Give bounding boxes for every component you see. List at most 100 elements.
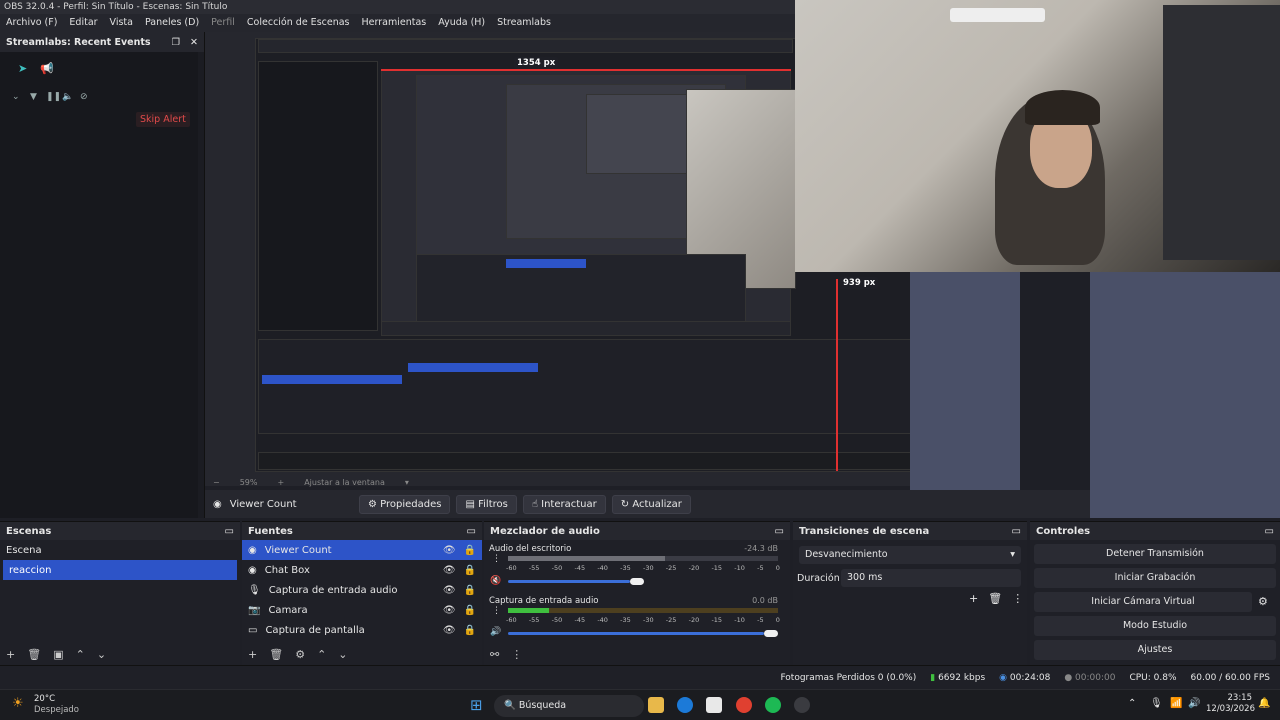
filter-icon[interactable]: ▼: [30, 92, 37, 102]
volume-slider[interactable]: [508, 632, 764, 635]
eye-icon[interactable]: 👁: [443, 585, 456, 596]
add-icon[interactable]: +: [969, 592, 978, 605]
gear-icon[interactable]: ⚙: [295, 648, 305, 661]
nested-source-selected: [408, 363, 538, 372]
store-icon[interactable]: [706, 697, 722, 713]
trash-icon[interactable]: 🗑: [988, 592, 1002, 605]
mute-icon[interactable]: ⊘: [80, 92, 88, 102]
volume-knob[interactable]: [764, 630, 778, 637]
spotify-icon[interactable]: [765, 697, 781, 713]
menu-coleccion[interactable]: Colección de Escenas: [247, 17, 350, 29]
transition-select[interactable]: Desvanecimiento ▾: [799, 546, 1021, 564]
webcam-source[interactable]: [795, 0, 1280, 272]
kebab-icon[interactable]: ⋮: [492, 554, 501, 564]
fit-window-label[interactable]: Ajustar a la ventana: [304, 478, 385, 488]
megaphone-icon[interactable]: 📢: [40, 62, 54, 75]
down-icon[interactable]: ⌄: [97, 648, 106, 661]
filters-button[interactable]: ▤ Filtros: [456, 494, 517, 514]
add-icon[interactable]: +: [248, 648, 257, 661]
zoom-out-icon[interactable]: −: [213, 478, 220, 488]
lock-icon[interactable]: 🔒: [464, 625, 476, 636]
menu-editar[interactable]: Editar: [69, 17, 97, 29]
stream-time-value: 00:24:08: [1009, 672, 1051, 683]
source-item-viewer-count[interactable]: ◉ Viewer Count 👁 🔒: [242, 540, 482, 560]
settings-button[interactable]: Ajustes: [1034, 640, 1276, 660]
wifi-icon[interactable]: 📶: [1170, 698, 1182, 709]
source-item-camera[interactable]: 📷 Camara 👁 🔒: [242, 600, 482, 620]
source-item-audio-input[interactable]: 🎙 Captura de entrada audio 👁 🔒: [242, 580, 482, 600]
gear-icon[interactable]: ⚙: [1258, 595, 1268, 608]
kebab-icon[interactable]: ⋮: [511, 648, 522, 661]
up-icon[interactable]: ⌃: [317, 648, 326, 661]
menu-herramientas[interactable]: Herramientas: [362, 17, 427, 29]
refresh-button[interactable]: ↻ Actualizar: [611, 494, 691, 514]
menu-perfil[interactable]: Perfil: [211, 17, 235, 29]
volume-slider[interactable]: [508, 580, 630, 583]
down-icon[interactable]: ⌄: [338, 648, 347, 661]
eye-icon[interactable]: 👁: [443, 605, 456, 616]
lock-icon[interactable]: 🔒: [464, 565, 476, 576]
menu-streamlabs[interactable]: Streamlabs: [497, 17, 551, 29]
eye-icon[interactable]: 👁: [443, 545, 456, 556]
dock-menu-icon[interactable]: ▭: [775, 526, 784, 537]
interact-button[interactable]: ☝ Interactuar: [522, 494, 606, 514]
obs-icon[interactable]: [794, 697, 810, 713]
speaker-tray-icon[interactable]: 🔊: [1188, 698, 1200, 709]
float-icon[interactable]: ❐: [172, 37, 181, 48]
clock-date[interactable]: 12/03/2026: [1206, 704, 1255, 714]
volume-icon[interactable]: 🔈: [62, 92, 73, 102]
start-recording-button[interactable]: Iniciar Grabación: [1034, 568, 1276, 588]
edge-icon[interactable]: [677, 697, 693, 713]
source-item-chat-box[interactable]: ◉ Chat Box 👁 🔒: [242, 560, 482, 580]
stop-streaming-button[interactable]: Detener Transmisión: [1034, 544, 1276, 564]
chrome-icon[interactable]: [736, 697, 752, 713]
browser-source-icon: ◉: [213, 498, 222, 510]
close-icon[interactable]: ✕: [190, 37, 198, 48]
mic-tray-icon[interactable]: 🎙: [1150, 698, 1163, 709]
skip-alert-button[interactable]: Skip Alert: [136, 112, 190, 127]
muted-speaker-icon[interactable]: 🔇: [490, 576, 501, 586]
chevron-down-icon[interactable]: ▾: [405, 478, 409, 488]
folder-icon[interactable]: [648, 697, 664, 713]
pause-icon[interactable]: ❚❚: [46, 92, 61, 102]
duration-input[interactable]: 300 ms: [841, 569, 1021, 587]
lock-icon[interactable]: 🔒: [464, 585, 476, 596]
up-icon[interactable]: ⌃: [76, 648, 85, 661]
lock-icon[interactable]: 🔒: [464, 605, 476, 616]
windows-start-icon[interactable]: ⊞: [470, 696, 483, 714]
kebab-icon[interactable]: ⋮: [1012, 592, 1023, 605]
source-item-screen-capture[interactable]: ▭ Captura de pantalla 👁 🔒: [242, 620, 482, 640]
dock-menu-icon[interactable]: ▭: [467, 526, 476, 537]
menu-ayuda[interactable]: Ayuda (H): [438, 17, 485, 29]
lock-icon[interactable]: 🔒: [464, 545, 476, 556]
eye-icon[interactable]: 👁: [443, 565, 456, 576]
dock-menu-icon[interactable]: ▭: [225, 526, 234, 537]
filter-icon[interactable]: ▣: [53, 648, 63, 661]
properties-button[interactable]: ⚙ Propiedades: [359, 494, 451, 514]
link-icon[interactable]: ⚯: [490, 648, 499, 661]
trash-icon[interactable]: 🗑: [269, 648, 283, 661]
dock-menu-icon[interactable]: ▭: [1265, 526, 1274, 537]
stream-icon: ◉: [999, 672, 1008, 683]
trash-icon[interactable]: 🗑: [27, 648, 41, 661]
send-icon[interactable]: ➤: [18, 62, 27, 75]
menu-vista[interactable]: Vista: [110, 17, 133, 29]
volume-knob[interactable]: [630, 578, 644, 585]
zoom-in-icon[interactable]: +: [277, 478, 284, 488]
clock-time[interactable]: 23:15: [1210, 693, 1253, 703]
scene-item[interactable]: Escena: [0, 540, 240, 560]
add-icon[interactable]: +: [6, 648, 15, 661]
chevron-down-icon[interactable]: ⌄: [12, 92, 20, 102]
notification-bell-icon[interactable]: 🔔: [1258, 698, 1270, 709]
menu-archivo[interactable]: Archivo (F): [6, 17, 57, 29]
taskbar-search[interactable]: 🔍 Búsqueda: [494, 695, 644, 717]
speaker-icon[interactable]: 🔊: [490, 627, 501, 637]
studio-mode-button[interactable]: Modo Estudio: [1034, 616, 1276, 636]
menu-paneles[interactable]: Paneles (D): [145, 17, 199, 29]
scene-item-selected[interactable]: reaccion: [3, 560, 237, 580]
kebab-icon[interactable]: ⋮: [492, 606, 501, 616]
start-virtual-camera-button[interactable]: Iniciar Cámara Virtual: [1034, 592, 1252, 612]
eye-icon[interactable]: 👁: [443, 625, 456, 636]
tray-chevron-icon[interactable]: ⌃: [1128, 698, 1136, 709]
dock-menu-icon[interactable]: ▭: [1012, 526, 1021, 537]
